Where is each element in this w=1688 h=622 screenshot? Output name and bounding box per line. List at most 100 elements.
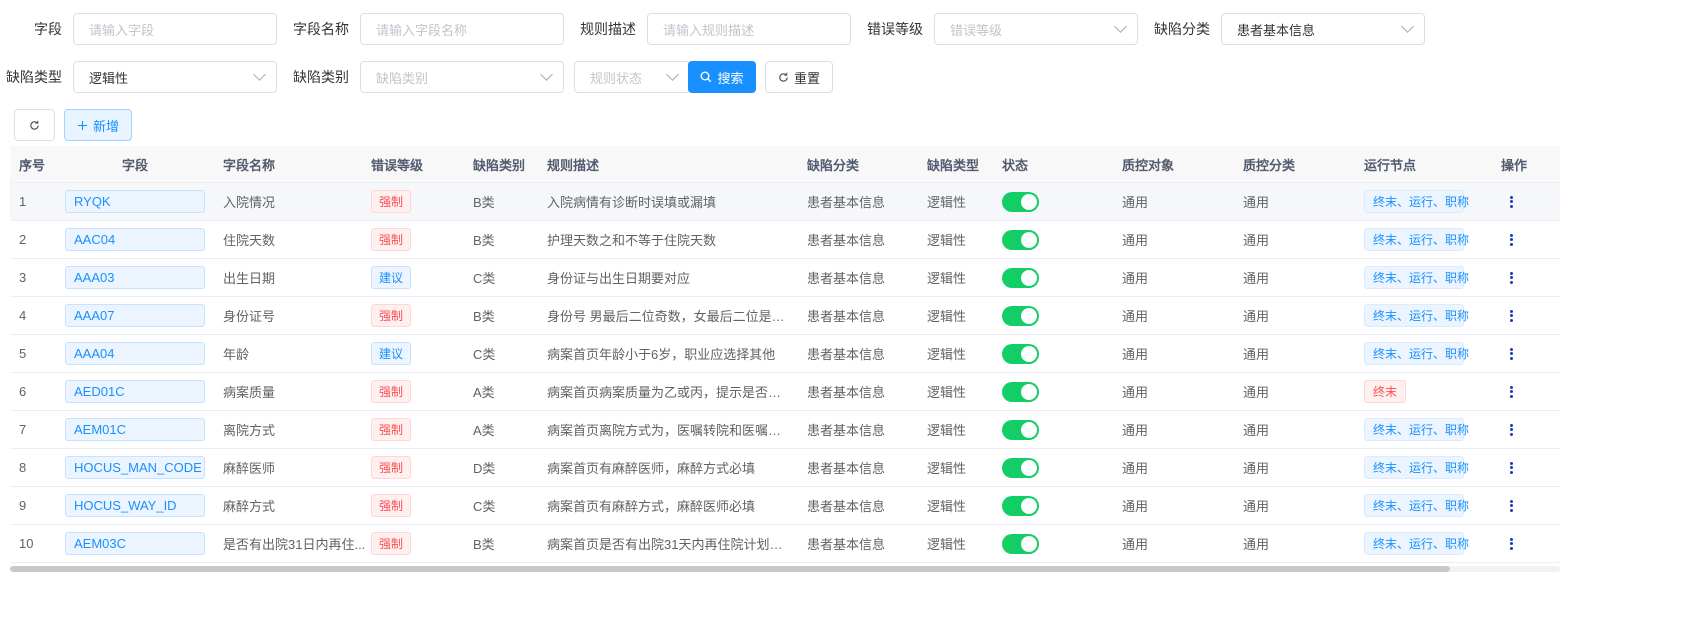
more-actions-icon[interactable] xyxy=(1501,233,1531,246)
cell-error-level: 建议 xyxy=(371,266,473,289)
add-button[interactable]: 新增 xyxy=(64,109,132,141)
cell-field: AEM01C xyxy=(64,418,222,441)
error-level-tag: 建议 xyxy=(371,266,412,289)
header-error-level: 错误等级 xyxy=(371,157,424,173)
header-no: 序号 xyxy=(19,157,46,173)
cell-qc-class: 通用 xyxy=(1243,461,1270,476)
cell-defect-class: C类 xyxy=(473,271,496,286)
header-actions: 操作 xyxy=(1501,157,1528,173)
field-code[interactable]: HOCUS_WAY_ID xyxy=(65,494,205,517)
field-code[interactable]: AAA04 xyxy=(65,342,205,365)
field-code[interactable]: AAA07 xyxy=(65,304,205,327)
cell-actions xyxy=(1501,194,1531,209)
cell-run-node: 终末 xyxy=(1364,380,1501,403)
table-row: 9 HOCUS_WAY_ID 麻醉方式 强制 C类 病案首页有麻醉方式，麻醉医师必填 患者基… xyxy=(10,487,1560,525)
more-actions-icon[interactable] xyxy=(1501,195,1531,208)
more-actions-icon[interactable] xyxy=(1501,347,1531,360)
header-status: 状态 xyxy=(1002,157,1029,173)
table-row: 3 AAA03 出生日期 建议 C类 身份证与出生日期要对应 患者基本信息 逻辑性 通用 通用 终末… xyxy=(10,259,1560,297)
cell-rule-desc: 身份号 男最后二位奇数，女最后二位是偶数 xyxy=(547,309,798,324)
cell-defect-class: A类 xyxy=(473,385,495,400)
status-toggle[interactable] xyxy=(1002,229,1039,250)
more-actions-icon[interactable] xyxy=(1501,537,1531,550)
status-toggle[interactable] xyxy=(1002,381,1039,402)
cell-defect-class: B类 xyxy=(473,537,495,552)
rule-status-select[interactable]: 规则状态 xyxy=(574,61,690,93)
run-node-tag: 终末、运行、职称 xyxy=(1364,266,1469,289)
cell-rule-desc: 病案首页离院方式为，医嘱转院和医嘱转社区... xyxy=(547,423,807,438)
cell-actions xyxy=(1501,346,1531,361)
status-toggle[interactable] xyxy=(1002,343,1039,364)
cell-no: 8 xyxy=(19,460,27,475)
field-code[interactable]: HOCUS_MAN_CODE xyxy=(65,456,205,479)
header-rule-desc: 规则描述 xyxy=(547,157,600,173)
run-node-tag: 终末、运行、职称 xyxy=(1364,532,1469,555)
header-defect-category: 缺陷分类 xyxy=(807,157,860,173)
cell-qc-class: 通用 xyxy=(1243,195,1270,210)
cell-status xyxy=(1002,533,1122,554)
field-code[interactable]: AAC04 xyxy=(65,228,205,251)
field-name-input[interactable]: 请输入字段名称 xyxy=(360,13,564,45)
cell-no: 7 xyxy=(19,422,27,437)
cell-field: AAA03 xyxy=(64,266,222,289)
cell-defect-class: A类 xyxy=(473,423,495,438)
header-defect-class: 缺陷类别 xyxy=(473,157,526,173)
table-row: 8 HOCUS_MAN_CODE 麻醉医师 强制 D类 病案首页有麻醉医师，麻醉方式必填 患… xyxy=(10,449,1560,487)
cell-actions xyxy=(1501,536,1531,551)
field-code[interactable]: AEM01C xyxy=(65,418,205,441)
field-code[interactable]: RYQK xyxy=(65,190,205,213)
defect-type-select[interactable]: 逻辑性 xyxy=(73,61,277,93)
more-actions-icon[interactable] xyxy=(1501,423,1531,436)
cell-status xyxy=(1002,267,1122,288)
status-toggle[interactable] xyxy=(1002,305,1039,326)
cell-qc-target: 通用 xyxy=(1122,309,1149,324)
cell-no: 4 xyxy=(19,308,27,323)
cell-defect-type: 逻辑性 xyxy=(927,461,967,476)
cell-no: 9 xyxy=(19,498,27,513)
field-code[interactable]: AEM03C xyxy=(65,532,205,555)
field-code[interactable]: AAA03 xyxy=(65,266,205,289)
cell-run-node: 终末、运行、职称 xyxy=(1364,228,1501,251)
error-level-tag: 强制 xyxy=(371,228,412,251)
cell-qc-target: 通用 xyxy=(1122,461,1149,476)
cell-field-name: 年龄 xyxy=(223,347,250,362)
cell-qc-class: 通用 xyxy=(1243,271,1270,286)
more-actions-icon[interactable] xyxy=(1501,271,1531,284)
cell-field: RYQK xyxy=(64,190,222,213)
cell-qc-class: 通用 xyxy=(1243,233,1270,248)
reset-button[interactable]: 重置 xyxy=(765,61,833,93)
error-level-select[interactable]: 错误等级 xyxy=(934,13,1138,45)
refresh-button[interactable] xyxy=(14,109,55,141)
search-button[interactable]: 搜索 xyxy=(688,61,756,93)
run-node-tag: 终末 xyxy=(1364,380,1407,403)
horizontal-scrollbar[interactable] xyxy=(10,566,1560,572)
status-toggle[interactable] xyxy=(1002,457,1039,478)
table-row: 1 RYQK 入院情况 强制 B类 入院病情有诊断时误填或漏填 患者基本信息 逻辑性 通用 通用 终… xyxy=(10,183,1560,221)
scrollbar-thumb[interactable] xyxy=(10,566,1450,572)
cell-field-name: 入院情况 xyxy=(223,195,276,210)
cell-defect-class: B类 xyxy=(473,195,495,210)
cell-actions xyxy=(1501,270,1531,285)
field-label: 字段 xyxy=(34,21,62,37)
more-actions-icon[interactable] xyxy=(1501,385,1531,398)
field-input[interactable]: 请输入字段 xyxy=(73,13,277,45)
more-actions-icon[interactable] xyxy=(1501,499,1531,512)
field-code[interactable]: AED01C xyxy=(65,380,205,403)
more-actions-icon[interactable] xyxy=(1501,309,1531,322)
status-toggle[interactable] xyxy=(1002,267,1039,288)
cell-qc-class: 通用 xyxy=(1243,309,1270,324)
cell-run-node: 终末、运行、职称 xyxy=(1364,304,1501,327)
error-level-tag: 强制 xyxy=(371,418,412,441)
status-toggle[interactable] xyxy=(1002,191,1039,212)
status-toggle[interactable] xyxy=(1002,419,1039,440)
filter-row-1: 字段 请输入字段 字段名称 请输入字段名称 规则描述 请输入规则描述 错误等级 … xyxy=(0,12,1425,46)
rule-desc-input[interactable]: 请输入规则描述 xyxy=(647,13,851,45)
more-actions-icon[interactable] xyxy=(1501,461,1531,474)
status-toggle[interactable] xyxy=(1002,495,1039,516)
status-toggle[interactable] xyxy=(1002,533,1039,554)
cell-no: 10 xyxy=(19,536,34,551)
defect-class-select[interactable]: 缺陷类别 xyxy=(360,61,564,93)
cell-qc-target: 通用 xyxy=(1122,195,1149,210)
defect-category-select[interactable]: 患者基本信息 xyxy=(1221,13,1425,45)
cell-run-node: 终末、运行、职称 xyxy=(1364,456,1501,479)
